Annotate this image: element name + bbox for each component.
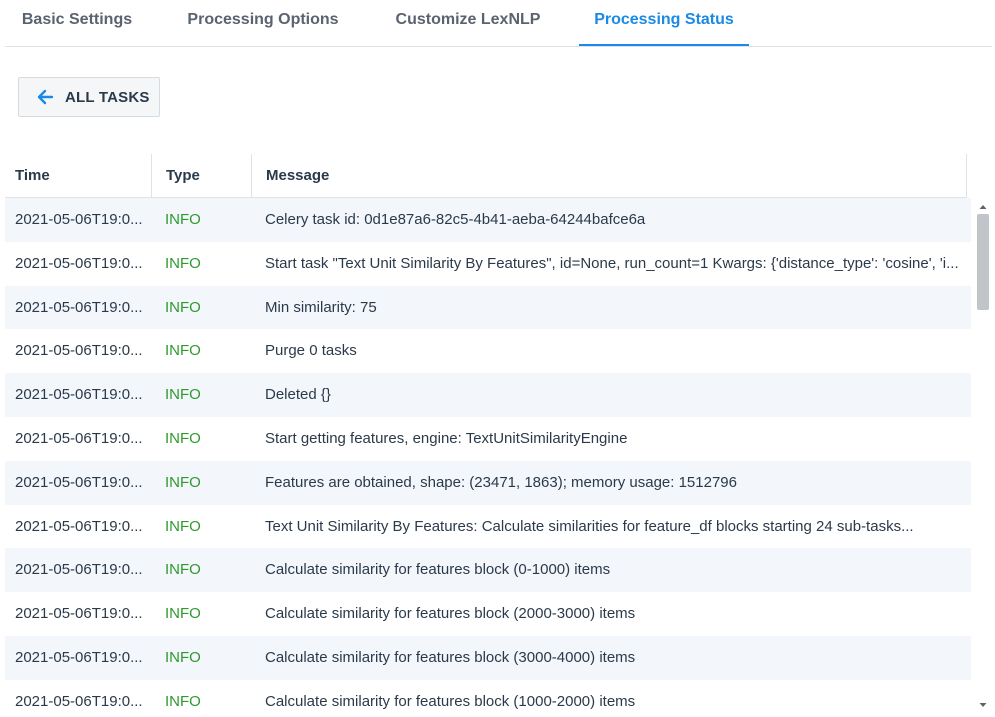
log-time-cell: 2021-05-06T19:0... xyxy=(15,386,143,404)
log-message-cell: Calculate similarity for features block … xyxy=(265,561,611,579)
log-time-cell: 2021-05-06T19:0... xyxy=(15,561,143,579)
table-header: Time Type Message xyxy=(5,154,967,198)
log-time-cell: 2021-05-06T19:0... xyxy=(15,342,143,360)
tab-processing-status[interactable]: Processing Status xyxy=(579,0,749,46)
log-type-cell: INFO xyxy=(165,298,201,316)
log-time-cell: 2021-05-06T19:0... xyxy=(15,211,143,228)
log-table-body: 2021-05-06T19:0... INFO Celery task id: 0d… xyxy=(5,198,971,717)
log-type-cell: INFO xyxy=(165,692,201,710)
log-time-cell: 2021-05-06T19:0... xyxy=(15,605,143,623)
log-time-cell: 2021-05-06T19:0... xyxy=(15,473,143,491)
table-row[interactable]: 2021-05-06T19:0... INFO Purge 0 tasks xyxy=(5,329,971,373)
log-message-cell: Purge 0 tasks xyxy=(265,342,357,360)
column-header-time[interactable]: Time xyxy=(5,154,151,198)
scroll-down-arrow-icon[interactable] xyxy=(975,698,991,712)
table-row[interactable]: 2021-05-06T19:0... INFO Calculate similari… xyxy=(5,680,971,717)
table-row[interactable]: 2021-05-06T19:0... INFO Calculate similari… xyxy=(5,592,971,636)
log-message-cell: Calculate similarity for features block … xyxy=(265,605,636,623)
scrollbar-thumb[interactable] xyxy=(977,214,989,310)
log-type-cell: INFO xyxy=(165,211,201,228)
log-message-cell: Deleted {} xyxy=(265,386,331,404)
log-type-cell: INFO xyxy=(165,254,201,272)
log-time-cell: 2021-05-06T19:0... xyxy=(15,429,143,447)
log-message-cell: Features are obtained, shape: (23471, 18… xyxy=(265,473,737,491)
table-row[interactable]: 2021-05-06T19:0... INFO Calculate similari… xyxy=(5,635,971,680)
table-row[interactable]: 2021-05-06T19:0... INFO Text Unit Similari… xyxy=(5,505,971,549)
table-row[interactable]: 2021-05-06T19:0... INFO Start task "Text U… xyxy=(5,242,971,286)
log-message-cell: Start getting features, engine: TextUnit… xyxy=(265,429,628,447)
log-time-cell: 2021-05-06T19:0... xyxy=(15,254,143,272)
column-header-message[interactable]: Message xyxy=(251,154,967,198)
log-type-cell: INFO xyxy=(165,429,201,447)
log-message-cell: Calculate similarity for features block … xyxy=(265,692,636,710)
tab-bar: Basic Settings Processing Options Custom… xyxy=(5,0,992,47)
log-type-cell: INFO xyxy=(165,648,201,666)
arrow-left-icon xyxy=(36,88,54,106)
table-row[interactable]: 2021-05-06T19:0... INFO Start getting feat… xyxy=(5,417,971,461)
log-message-cell: Text Unit Similarity By Features: Calcul… xyxy=(265,517,914,535)
log-type-cell: INFO xyxy=(165,342,201,360)
vertical-scrollbar[interactable] xyxy=(975,198,991,712)
table-row[interactable]: 2021-05-06T19:0... INFO Features are obtai… xyxy=(5,460,971,505)
log-time-cell: 2021-05-06T19:0... xyxy=(15,517,143,535)
log-message-cell: Calculate similarity for features block … xyxy=(265,648,636,666)
scroll-up-arrow-icon[interactable] xyxy=(975,200,991,214)
all-tasks-button[interactable]: ALL TASKS xyxy=(18,77,160,117)
log-message-cell: Celery task id: 0d1e87a6-82c5-4b41-aeba-… xyxy=(265,211,646,228)
log-message-cell: Start task "Text Unit Similarity By Feat… xyxy=(265,254,959,272)
log-time-cell: 2021-05-06T19:0... xyxy=(15,648,143,666)
table-row[interactable]: 2021-05-06T19:0... INFO Deleted {} xyxy=(5,373,971,417)
log-type-cell: INFO xyxy=(165,561,201,579)
log-type-cell: INFO xyxy=(165,605,201,623)
tab-processing-options[interactable]: Processing Options xyxy=(171,0,355,46)
table-row[interactable]: 2021-05-06T19:0... INFO Calculate similari… xyxy=(5,548,971,593)
all-tasks-label: ALL TASKS xyxy=(65,88,150,106)
log-type-cell: INFO xyxy=(165,473,201,491)
log-time-cell: 2021-05-06T19:0... xyxy=(15,298,143,316)
log-message-cell: Min similarity: 75 xyxy=(265,298,377,316)
tab-customize-lexnlp[interactable]: Customize LexNLP xyxy=(377,0,559,46)
tab-basic-settings[interactable]: Basic Settings xyxy=(5,0,149,46)
column-header-type[interactable]: Type xyxy=(151,154,251,198)
table-row[interactable]: 2021-05-06T19:0... INFO Celery task id: 0d… xyxy=(5,198,971,242)
log-type-cell: INFO xyxy=(165,386,201,404)
log-time-cell: 2021-05-06T19:0... xyxy=(15,692,143,710)
log-type-cell: INFO xyxy=(165,517,201,535)
table-row[interactable]: 2021-05-06T19:0... INFO Min similarity: 75 xyxy=(5,285,971,330)
